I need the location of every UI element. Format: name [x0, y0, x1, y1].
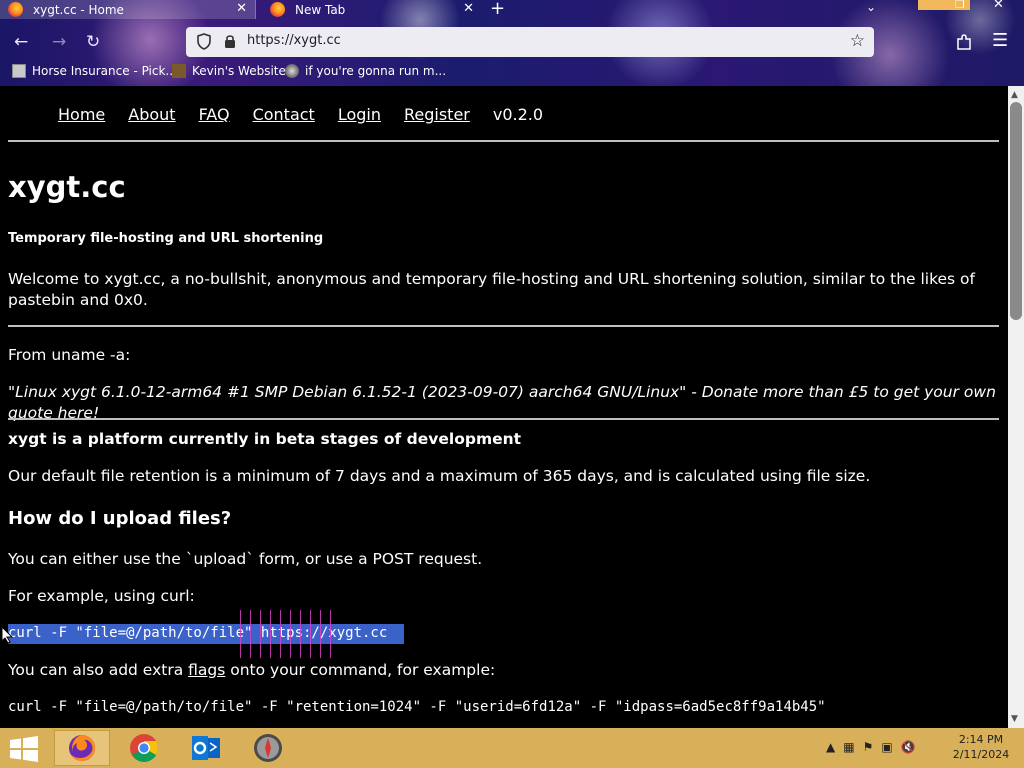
nav-link-faq[interactable]: FAQ	[199, 105, 230, 124]
beta-notice: xygt is a platform currently in beta sta…	[8, 430, 522, 448]
scroll-down-arrow-icon[interactable]: ▼	[1011, 714, 1018, 724]
window-restore-icon[interactable]: ❐	[955, 0, 965, 11]
window-close-icon[interactable]: ✕	[993, 0, 1004, 12]
page-scrollbar[interactable]: ▲ ▼	[1008, 86, 1024, 728]
devices-icon[interactable]: ▣	[881, 740, 892, 754]
bookmark-favicon-icon	[172, 64, 186, 78]
flags-text-after: onto your command, for example:	[225, 661, 496, 679]
clock-time: 2:14 PM	[958, 733, 1004, 746]
nav-link-contact[interactable]: Contact	[253, 105, 315, 124]
taskbar-clock[interactable]: 2:14 PM 2/11/2024	[952, 732, 1010, 762]
lock-icon[interactable]	[224, 34, 236, 49]
navigation-toolbar: ← → ↻ https://xygt.cc ☆ ☰	[0, 24, 1024, 60]
back-arrow-icon[interactable]: ←	[14, 32, 28, 52]
bookmark-label: Horse Insurance - Pick...	[32, 64, 177, 78]
firefox-icon	[69, 735, 95, 761]
nav-link-home[interactable]: Home	[58, 105, 105, 124]
hamburger-menu-icon[interactable]: ☰	[992, 30, 1008, 51]
tab-list-chevron-icon[interactable]: ⌄	[866, 0, 876, 14]
url-text[interactable]: https://xygt.cc	[247, 33, 341, 48]
shield-icon[interactable]	[196, 33, 212, 50]
address-bar[interactable]: https://xygt.cc ☆	[186, 27, 874, 57]
tab-close-icon[interactable]: ✕	[236, 1, 247, 16]
ibeam-cursor-overlay	[240, 610, 332, 658]
system-tray: ▲ ▦ ⚑ ▣ 🔇	[826, 740, 916, 754]
nav-link-register[interactable]: Register	[404, 105, 470, 124]
tab-title: New Tab	[295, 2, 346, 17]
tab-xygt-home[interactable]: xygt.cc - Home ✕	[0, 0, 256, 19]
bookmark-favicon-icon	[12, 64, 26, 78]
windows-start-icon[interactable]	[10, 736, 38, 762]
welcome-paragraph: Welcome to xygt.cc, a no-bullshit, anony…	[8, 270, 976, 309]
compass-app-icon	[254, 734, 282, 762]
new-tab-button[interactable]: +	[490, 0, 505, 19]
upload-paragraph: You can either use the `upload` form, or…	[8, 550, 483, 568]
upload-heading: How do I upload files?	[8, 508, 232, 529]
flags-paragraph: You can also add extra flags onto your c…	[8, 660, 998, 681]
example-label: For example, using curl:	[8, 587, 195, 605]
flags-text-before: You can also add extra	[8, 661, 189, 679]
firefox-favicon-icon	[8, 2, 23, 17]
chrome-icon	[130, 734, 158, 762]
browser-chrome: xygt.cc - Home ✕ New Tab ✕ + ⌄ ❐ ✕ ← → ↻…	[0, 0, 1024, 86]
bookmark-label: if you're gonna run m...	[305, 64, 447, 78]
tab-new-tab[interactable]: New Tab ✕	[262, 0, 482, 19]
scroll-up-arrow-icon[interactable]: ▲	[1011, 90, 1018, 100]
retention-paragraph: Our default file retention is a minimum …	[8, 467, 871, 485]
forward-arrow-icon[interactable]: →	[52, 32, 66, 52]
bookmark-horse-insurance[interactable]: Horse Insurance - Pick...	[12, 64, 177, 78]
taskbar-chrome[interactable]	[116, 730, 172, 766]
bookmark-favicon-icon	[285, 64, 299, 78]
divider	[8, 325, 999, 327]
flag-icon[interactable]: ⚑	[863, 740, 874, 754]
bookmark-label: Kevin's Website	[192, 64, 286, 78]
bookmarks-toolbar: Horse Insurance - Pick... Kevin's Websit…	[0, 62, 1024, 84]
tab-close-icon[interactable]: ✕	[463, 1, 474, 16]
volume-muted-icon[interactable]: 🔇	[901, 740, 916, 754]
taskbar-outlook[interactable]	[178, 730, 234, 766]
outlook-icon	[192, 736, 220, 760]
mouse-pointer-icon	[1, 626, 13, 644]
nav-link-login[interactable]: Login	[338, 105, 381, 124]
curl-flags-code[interactable]: curl -F "file=@/path/to/file" -F "retent…	[8, 699, 826, 715]
nav-link-about[interactable]: About	[128, 105, 175, 124]
flags-link[interactable]: flags	[188, 661, 225, 679]
network-icon[interactable]: ▦	[843, 740, 854, 754]
divider	[8, 418, 999, 420]
bookmark-kevins-website[interactable]: Kevin's Website	[172, 64, 286, 78]
curl-basic-code[interactable]: curl -F "file=@/path/to/file" https://xy…	[8, 624, 404, 644]
taskbar-firefox[interactable]	[54, 730, 110, 766]
bookmark-if-youre-gonna[interactable]: if you're gonna run m...	[285, 64, 446, 78]
uname-label: From uname -a:	[8, 346, 131, 364]
page-title: xygt.cc	[8, 170, 126, 204]
clock-date: 2/11/2024	[952, 748, 1010, 761]
tab-title: xygt.cc - Home	[33, 2, 124, 17]
page-subtitle: Temporary file-hosting and URL shortenin…	[8, 231, 324, 246]
page-content: Home About FAQ Contact Login Register v0…	[0, 86, 1008, 728]
reload-icon[interactable]: ↻	[86, 32, 100, 52]
scrollbar-thumb[interactable]	[1010, 102, 1022, 320]
site-navigation: Home About FAQ Contact Login Register v0…	[58, 105, 543, 124]
divider	[8, 140, 999, 142]
bookmark-star-icon[interactable]: ☆	[850, 31, 865, 51]
taskbar-app[interactable]	[240, 730, 296, 766]
firefox-favicon-icon	[270, 2, 285, 17]
extensions-puzzle-icon[interactable]	[955, 33, 973, 51]
tray-expand-icon[interactable]: ▲	[826, 740, 835, 754]
windows-taskbar: ▲ ▦ ⚑ ▣ 🔇 2:14 PM 2/11/2024	[0, 728, 1024, 768]
version-label: v0.2.0	[492, 105, 544, 124]
